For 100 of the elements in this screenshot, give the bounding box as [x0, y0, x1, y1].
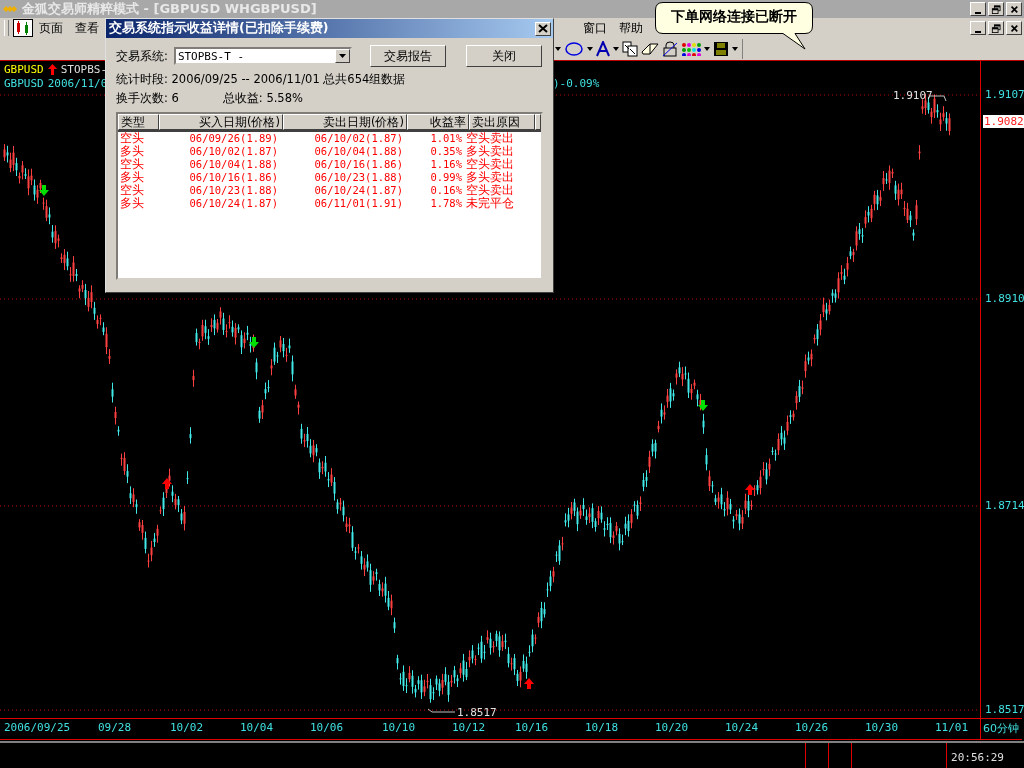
menu-item[interactable]: 查看 [69, 18, 105, 38]
table-cell-text: 06/11/01(1.91) [313, 197, 404, 210]
date-tick-label: 10/02 [170, 721, 204, 734]
table-cell-text: 1.78% [429, 197, 463, 210]
table-cell-text: 空头 [119, 184, 145, 197]
restore-icon [991, 23, 1001, 33]
table-cell-text: 多头 [119, 197, 145, 210]
price-tick-label: 1.9107 [985, 88, 1024, 101]
date-tick-label: 10/24 [725, 721, 759, 734]
text-tool-icon[interactable] [596, 41, 610, 57]
menu-item[interactable]: 页面 [33, 18, 69, 38]
caret-icon[interactable] [732, 47, 738, 51]
minimize-icon [975, 11, 981, 14]
date-tick-label: 10/06 [310, 721, 344, 734]
dropdown-arrow-icon[interactable] [338, 54, 346, 58]
menu-item[interactable]: 窗口 [577, 18, 613, 38]
table-cell-text: 06/10/04(1.88) [313, 145, 404, 158]
balloon-text: 下单网络连接已断开 [670, 8, 798, 26]
total-return-text: 总收益: 5.58% [222, 91, 303, 106]
high-price-label: 1.9107 [893, 89, 933, 102]
table-cell-text: 0.99% [429, 171, 463, 184]
low-price-label: 1.8517 [457, 706, 497, 719]
color-palette-icon[interactable] [681, 42, 701, 56]
up-arrow-icon [162, 478, 172, 489]
minimize-button[interactable] [970, 21, 986, 35]
table-cell-text: 空头 [119, 158, 145, 171]
save-icon[interactable] [713, 41, 729, 57]
table-cell-text: 多头卖出 [465, 145, 515, 158]
table-cell-text: 06/10/02(1.87) [188, 145, 279, 158]
system-label: STOPBS- [60, 63, 108, 76]
table-cell-text: 未完平仓 [465, 197, 515, 210]
period-label: 60分钟 [980, 719, 1019, 739]
date-tick-label: 10/12 [452, 721, 486, 734]
caret-icon[interactable] [555, 47, 561, 51]
close-button[interactable] [535, 21, 551, 36]
table-cell-text: 06/10/16(1.86) [313, 158, 404, 171]
column-header[interactable]: 收益率 [406, 114, 469, 130]
last-price-label: 1.9082 [983, 115, 1024, 128]
trades-count-text: 换手次数: 6 [116, 91, 179, 106]
down-arrow-icon [249, 337, 259, 348]
caret-icon[interactable] [587, 47, 593, 51]
menu-item[interactable]: 帮助 [613, 18, 649, 38]
status-time: 20:56:29 [946, 743, 1024, 768]
restore-button[interactable] [988, 21, 1004, 35]
table-cell-text: 06/10/04(1.88) [188, 158, 279, 171]
caret-icon[interactable] [613, 47, 619, 51]
date-tick-label: 10/18 [585, 721, 619, 734]
eraser-icon[interactable] [641, 42, 659, 56]
close-button[interactable] [1006, 2, 1022, 16]
column-header[interactable]: 卖出原因 [468, 114, 535, 130]
window-title: 金狐交易师精粹模式 - [GBPUSD WHGBPUSD] [21, 0, 317, 18]
table-cell-text: 0.35% [429, 145, 463, 158]
date-tick-label: 10/04 [240, 721, 274, 734]
date-tick-label: 10/30 [865, 721, 899, 734]
up-arrow-icon [745, 484, 755, 495]
leader-line [427, 708, 456, 713]
price-tick-label: 1.8910 [985, 292, 1024, 305]
table-cell-text: 空头卖出 [465, 158, 515, 171]
restore-icon [991, 4, 1001, 14]
close-icon [1009, 4, 1019, 14]
report-button[interactable]: 交易报告 [369, 45, 446, 67]
ellipse-tool-icon[interactable] [564, 41, 584, 57]
up-arrow-icon [47, 64, 57, 75]
table-cell-text: 多头卖出 [465, 171, 515, 184]
table-cell-text: 06/10/23(1.88) [188, 184, 279, 197]
minimize-button[interactable] [970, 2, 986, 16]
date-tick-label: 09/28 [98, 721, 132, 734]
up-arrow-icon [524, 678, 534, 689]
price-tick-label: 1.8517 [985, 703, 1024, 716]
column-header[interactable]: 类型 [118, 114, 159, 130]
table-cell-text: 1.01% [429, 132, 463, 145]
table-cell-text: 0.16% [429, 184, 463, 197]
date-tick-label: 10/20 [655, 721, 689, 734]
dialog-title: 交易系统指示收益详情(已扣除手续费) [109, 20, 329, 37]
restore-button[interactable] [988, 2, 1004, 16]
table-cell-text: 1.16% [429, 158, 463, 171]
copy-icon[interactable] [622, 41, 638, 57]
close-button[interactable]: 关闭 [465, 45, 542, 67]
table-cell-text: 空头卖出 [465, 184, 515, 197]
date-tick-label: 10/26 [795, 721, 829, 734]
table-cell-text: 06/10/16(1.86) [188, 171, 279, 184]
price-tick-label: 1.8714 [985, 499, 1024, 512]
symbol-label: GBPUSD [4, 63, 44, 76]
period-text: 统计时段: 2006/09/25 -- 2006/11/01 总共654组数据 [116, 72, 407, 87]
table-cell-text: 空头卖出 [465, 132, 515, 145]
table-cell-text: 多头 [119, 171, 145, 184]
close-button[interactable] [1006, 21, 1022, 35]
caret-icon[interactable] [704, 47, 710, 51]
date-tick-label: 10/10 [382, 721, 416, 734]
symbol-label: GBPUSD [4, 77, 44, 90]
lock-icon[interactable] [662, 41, 678, 57]
table-cell-text: 多头 [119, 145, 145, 158]
candlestick-chart-icon[interactable] [13, 19, 33, 37]
date-tick-label: 10/16 [515, 721, 549, 734]
column-header[interactable]: 买入日期(价格) [158, 114, 283, 130]
column-header[interactable]: 卖出日期(价格) [282, 114, 407, 130]
table-cell-text: 空头 [119, 132, 145, 145]
table-cell-text: 06/09/26(1.89) [188, 132, 279, 145]
system-dropdown[interactable]: STOPBS-T - [173, 47, 352, 65]
close-icon [1009, 23, 1019, 33]
